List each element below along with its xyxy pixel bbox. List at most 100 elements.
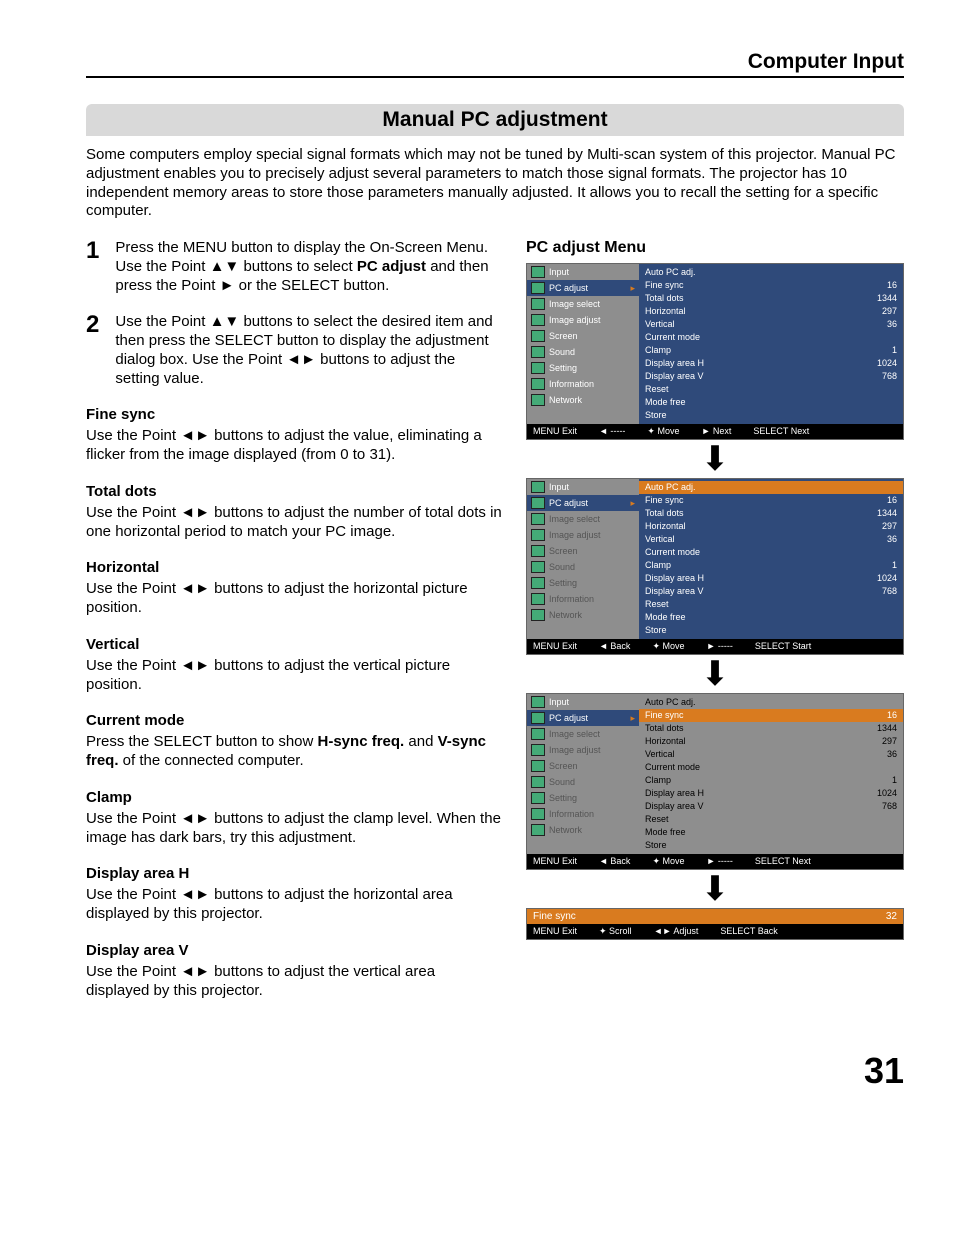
pc-adjust-menu-title: PC adjust Menu [526,239,904,257]
menu-icon [531,776,545,788]
menu-item: Image select [527,511,639,527]
subsection-horizontal: Horizontal Use the Point ◄► buttons to a… [86,559,502,618]
status-item: ► ----- [707,856,733,867]
step-number: 1 [86,239,99,295]
value-row: Vertical36 [645,533,897,546]
value-row: Vertical36 [645,748,897,761]
menu-icon [531,362,545,374]
menu-item: Setting [527,790,639,806]
osd-adjust-bar: Fine sync32 MENU Exit✦ Scroll◄► AdjustSE… [526,908,904,940]
menu-item: Information [527,376,639,392]
subsection-body: Use the Point ◄► buttons to adjust the n… [86,504,502,542]
menu-item: Input [527,264,639,280]
value-row: Mode free [645,396,897,409]
step-body: Use the Point ▲▼ buttons to select the d… [115,313,502,388]
menu-item: PC adjust ▸ [527,495,639,511]
subsection-body: Use the Point ◄► buttons to adjust the v… [86,427,502,465]
menu-item: Information [527,591,639,607]
value-row: Reset [645,598,897,611]
page-number: 31 [86,1050,904,1092]
menu-item: Input [527,479,639,495]
value-row: Current mode [645,546,897,559]
value-row: Store [645,624,897,637]
menu-icon [531,513,545,525]
osd-screenshot-3: InputPC adjust ▸Image selectImage adjust… [526,693,904,870]
menu-icon [531,824,545,836]
value-row: Vertical36 [645,318,897,331]
subsection-heading: Display area V [86,942,502,959]
menu-item: Setting [527,360,639,376]
subsection-heading: Clamp [86,789,502,806]
subsection-heading: Display area H [86,865,502,882]
value-row: Clamp1 [645,344,897,357]
value-row: Horizontal297 [645,735,897,748]
subsection-fine-sync: Fine sync Use the Point ◄► buttons to ad… [86,406,502,465]
menu-item: Network [527,822,639,838]
status-item: ✦ Scroll [599,926,632,937]
value-row: Auto PC adj. [639,481,903,494]
menu-item: Sound [527,559,639,575]
value-row: Current mode [645,761,897,774]
menu-icon [531,792,545,804]
subsection-clamp: Clamp Use the Point ◄► buttons to adjust… [86,789,502,848]
menu-item: PC adjust ▸ [527,280,639,296]
menu-icon [531,346,545,358]
status-item: SELECT Start [755,641,811,652]
menu-icon [531,330,545,342]
step-number: 2 [86,313,99,388]
menu-icon [531,696,545,708]
subsection-heading: Fine sync [86,406,502,423]
status-item: ✦ Move [647,426,679,437]
status-item: ► ----- [707,641,733,652]
menu-icon [531,545,545,557]
status-item: MENU Exit [533,856,577,867]
value-row: Mode free [645,826,897,839]
menu-item: Image select [527,726,639,742]
subsection-heading: Vertical [86,636,502,653]
menu-icon [531,712,545,724]
subsection-current-mode: Current mode Press the SELECT button to … [86,712,502,771]
menu-item: Image adjust [527,527,639,543]
value-row: Horizontal297 [645,520,897,533]
value-row: Clamp1 [645,774,897,787]
value-row: Store [645,839,897,852]
step-body: Press the MENU button to display the On-… [115,239,502,295]
status-item: MENU Exit [533,641,577,652]
value-row: Display area H1024 [645,787,897,800]
menu-icon [531,298,545,310]
page-header: Computer Input [86,50,904,78]
menu-item: Sound [527,774,639,790]
menu-item: Screen [527,328,639,344]
menu-icon [531,314,545,326]
value-row: Display area H1024 [645,572,897,585]
osd-screenshot-1: InputPC adjust ▸Image selectImage adjust… [526,263,904,440]
menu-item: Network [527,607,639,623]
value-row: Total dots1344 [645,722,897,735]
subsection-body: Use the Point ◄► buttons to adjust the h… [86,580,502,618]
menu-icon [531,282,545,294]
menu-item: Setting [527,575,639,591]
status-item: ✦ Move [652,641,684,652]
menu-icon [531,561,545,573]
status-item: ◄ ----- [599,426,625,437]
menu-icon [531,266,545,278]
menu-item: Information [527,806,639,822]
value-row: Total dots1344 [645,292,897,305]
value-row: Auto PC adj. [645,266,897,279]
subsection-heading: Current mode [86,712,502,729]
menu-icon [531,728,545,740]
menu-icon [531,744,545,756]
value-row: Fine sync16 [645,279,897,292]
value-row: Reset [645,383,897,396]
down-arrow-icon: ⬇ [526,872,904,906]
value-row: Current mode [645,331,897,344]
down-arrow-icon: ⬇ [526,657,904,691]
subsection-heading: Total dots [86,483,502,500]
status-item: ◄► Adjust [654,926,699,937]
subsection-body: Use the Point ◄► buttons to adjust the v… [86,963,502,1001]
value-row: Display area V768 [645,585,897,598]
status-item: MENU Exit [533,926,577,937]
value-row: Mode free [645,611,897,624]
status-item: SELECT Back [720,926,777,937]
status-item: SELECT Next [755,856,811,867]
